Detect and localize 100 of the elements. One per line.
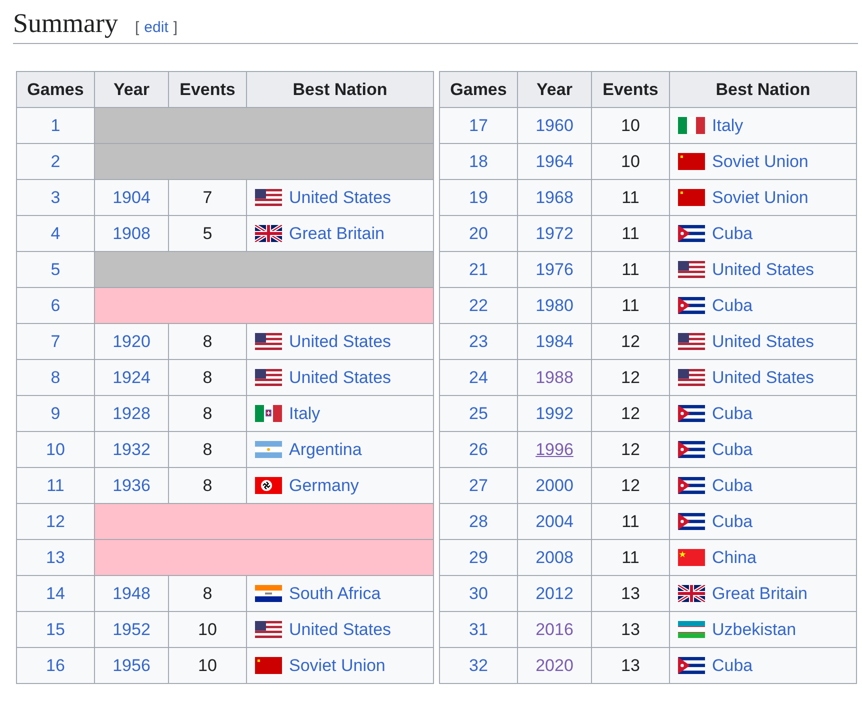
column-header: Events bbox=[168, 72, 246, 108]
games-link[interactable]: 28 bbox=[469, 512, 488, 530]
year-link[interactable]: 1936 bbox=[112, 476, 150, 494]
year-link[interactable]: 1976 bbox=[536, 260, 574, 278]
games-link[interactable]: 4 bbox=[50, 224, 60, 242]
year-link[interactable]: 1920 bbox=[112, 332, 150, 350]
games-link[interactable]: 13 bbox=[46, 548, 65, 566]
year-link[interactable]: 1988 bbox=[536, 368, 574, 386]
games-link[interactable]: 3 bbox=[50, 188, 60, 206]
year-link[interactable]: 1928 bbox=[112, 404, 150, 422]
column-header: Best Nation bbox=[670, 72, 856, 108]
games-link[interactable]: 20 bbox=[469, 224, 488, 242]
year-link[interactable]: 2016 bbox=[536, 620, 574, 638]
games-link[interactable]: 17 bbox=[469, 116, 488, 134]
year-link[interactable]: 1956 bbox=[112, 656, 150, 674]
nation-link[interactable]: Italy bbox=[712, 116, 744, 136]
events-cell: 11 bbox=[592, 504, 670, 540]
nation-link[interactable]: United States bbox=[712, 368, 814, 388]
games-link[interactable]: 6 bbox=[50, 296, 60, 314]
games-link[interactable]: 25 bbox=[469, 404, 488, 422]
nation-link[interactable]: Cuba bbox=[712, 476, 753, 496]
events-cell: 11 bbox=[592, 180, 670, 216]
year-link[interactable]: 1960 bbox=[536, 116, 574, 134]
nation-link[interactable]: Argentina bbox=[289, 440, 362, 460]
events-cell: 5 bbox=[168, 216, 246, 252]
games-link[interactable]: 31 bbox=[469, 620, 488, 638]
bracket: ] bbox=[173, 19, 178, 36]
games-link[interactable]: 22 bbox=[469, 296, 488, 314]
year-link[interactable]: 1992 bbox=[536, 404, 574, 422]
games-link[interactable]: 24 bbox=[469, 368, 488, 386]
games-link[interactable]: 14 bbox=[46, 584, 65, 602]
year-link[interactable]: 1964 bbox=[536, 152, 574, 170]
year-link[interactable]: 2000 bbox=[536, 476, 574, 494]
year-link[interactable]: 1968 bbox=[536, 188, 574, 206]
games-link[interactable]: 8 bbox=[50, 368, 60, 386]
games-link[interactable]: 29 bbox=[469, 548, 488, 566]
games-link[interactable]: 2 bbox=[50, 152, 60, 170]
games-link[interactable]: 1 bbox=[50, 116, 60, 134]
nation-link[interactable]: Cuba bbox=[712, 656, 753, 676]
nation-link[interactable]: United States bbox=[289, 332, 392, 352]
games-link[interactable]: 11 bbox=[46, 476, 64, 494]
year-link[interactable]: 1924 bbox=[112, 368, 150, 386]
year-link[interactable]: 1948 bbox=[112, 584, 150, 602]
nation-link[interactable]: Cuba bbox=[712, 224, 753, 244]
nation-link[interactable]: Germany bbox=[289, 476, 359, 496]
year-link[interactable]: 1904 bbox=[112, 188, 150, 206]
games-link[interactable]: 18 bbox=[469, 152, 488, 170]
nation-link[interactable]: United States bbox=[289, 368, 392, 388]
nation-link[interactable]: United States bbox=[712, 332, 814, 352]
nation-link[interactable]: Soviet Union bbox=[289, 656, 386, 676]
events-cell: 10 bbox=[592, 144, 670, 180]
games-link[interactable]: 15 bbox=[46, 620, 65, 638]
nation-link[interactable]: South Africa bbox=[289, 584, 381, 604]
nation-link[interactable]: Great Britain bbox=[712, 584, 808, 604]
nation-link[interactable]: Italy bbox=[289, 404, 320, 424]
year-link[interactable]: 2008 bbox=[536, 548, 574, 566]
games-link[interactable]: 32 bbox=[469, 656, 488, 674]
year-link[interactable]: 1972 bbox=[536, 224, 574, 242]
nation-link[interactable]: Cuba bbox=[712, 512, 753, 532]
nation-link[interactable]: Uzbekistan bbox=[712, 620, 796, 640]
events-cell: 8 bbox=[168, 576, 246, 612]
events-cell: 8 bbox=[168, 324, 246, 360]
edit-link[interactable]: edit bbox=[144, 19, 168, 36]
nation-link[interactable]: Soviet Union bbox=[712, 188, 808, 208]
year-link[interactable]: 1980 bbox=[536, 296, 574, 314]
nation-link[interactable]: China bbox=[712, 548, 756, 568]
nation-link[interactable]: United States bbox=[289, 188, 392, 208]
events-cell: 11 bbox=[592, 216, 670, 252]
nation-link[interactable]: Soviet Union bbox=[712, 152, 808, 172]
games-link[interactable]: 12 bbox=[46, 512, 65, 530]
games-link[interactable]: 23 bbox=[469, 332, 488, 350]
games-link[interactable]: 26 bbox=[469, 440, 488, 458]
games-link[interactable]: 9 bbox=[50, 404, 60, 422]
column-header: Events bbox=[592, 72, 670, 108]
games-link[interactable]: 27 bbox=[469, 476, 488, 494]
events-cell: 12 bbox=[592, 468, 670, 504]
year-link[interactable]: 1952 bbox=[112, 620, 150, 638]
events-cell: 8 bbox=[168, 360, 246, 396]
year-link[interactable]: 1932 bbox=[112, 440, 150, 458]
year-link[interactable]: 1996 bbox=[536, 440, 574, 458]
nation-link[interactable]: Cuba bbox=[712, 440, 753, 460]
events-cell: 12 bbox=[592, 360, 670, 396]
year-link[interactable]: 2012 bbox=[536, 584, 574, 602]
games-link[interactable]: 7 bbox=[50, 332, 60, 350]
year-link[interactable]: 2020 bbox=[536, 656, 574, 674]
year-link[interactable]: 2004 bbox=[536, 512, 574, 530]
nation-link[interactable]: United States bbox=[712, 260, 814, 280]
games-link[interactable]: 5 bbox=[50, 260, 60, 278]
nation-link[interactable]: Great Britain bbox=[289, 224, 384, 244]
nation-link[interactable]: Cuba bbox=[712, 296, 753, 316]
games-link[interactable]: 16 bbox=[46, 656, 65, 674]
year-link[interactable]: 1984 bbox=[536, 332, 574, 350]
nation-link[interactable]: United States bbox=[289, 620, 392, 640]
games-link[interactable]: 10 bbox=[46, 440, 65, 458]
games-link[interactable]: 30 bbox=[469, 584, 488, 602]
nation-link[interactable]: Cuba bbox=[712, 404, 753, 424]
year-link[interactable]: 1908 bbox=[112, 224, 150, 242]
games-link[interactable]: 21 bbox=[469, 260, 488, 278]
column-header: Games bbox=[16, 72, 94, 108]
games-link[interactable]: 19 bbox=[469, 188, 488, 206]
